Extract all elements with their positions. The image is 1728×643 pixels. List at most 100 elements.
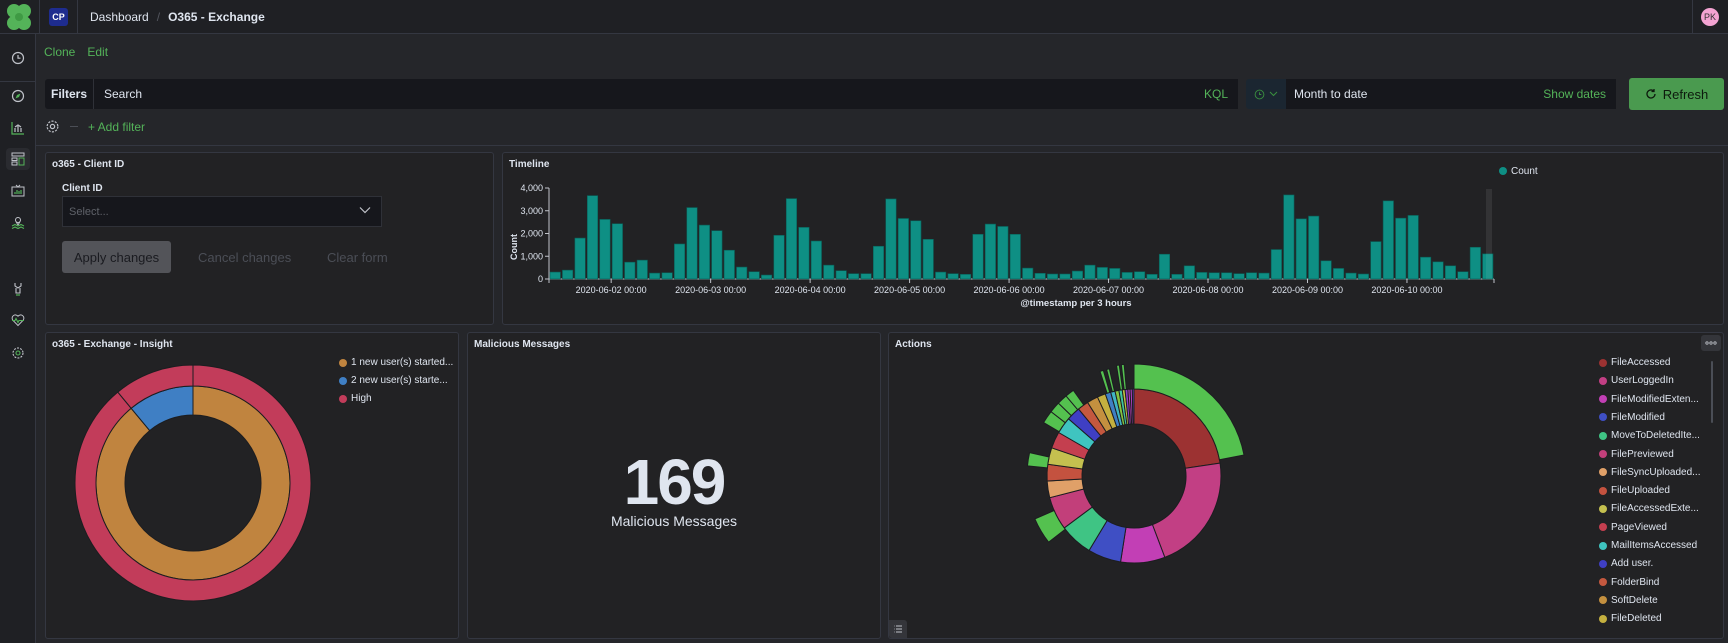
bar[interactable] (984, 223, 996, 280)
apply-changes-button[interactable]: Apply changes (62, 241, 171, 273)
bar[interactable] (1034, 273, 1046, 280)
sidebar-item-canvas[interactable] (6, 180, 30, 202)
breadcrumb-dashboard[interactable]: Dashboard (90, 10, 149, 24)
bar[interactable] (1121, 272, 1133, 280)
bar[interactable] (698, 224, 710, 280)
bar[interactable] (761, 274, 773, 280)
legend-item[interactable]: Add user. (1599, 558, 1653, 569)
bar[interactable] (649, 272, 661, 280)
bar[interactable] (1047, 273, 1059, 280)
bar[interactable] (823, 264, 835, 280)
sidebar-item-maps[interactable] (6, 212, 30, 234)
bar[interactable] (748, 271, 760, 280)
bar[interactable] (1071, 270, 1083, 280)
bar[interactable] (1420, 256, 1432, 280)
clear-form-button[interactable]: Clear form (327, 241, 388, 273)
bar[interactable] (810, 240, 822, 280)
legend-item[interactable]: 1 new user(s) started... (339, 357, 453, 368)
bar[interactable] (897, 218, 909, 280)
bar[interactable] (860, 273, 872, 280)
bar[interactable] (1171, 274, 1183, 280)
legend-item[interactable]: FileAccessedExte... (1599, 503, 1699, 514)
logo-icon[interactable] (4, 3, 34, 31)
legend-scrollbar[interactable] (1711, 361, 1713, 423)
bar[interactable] (1320, 260, 1332, 280)
edit-button[interactable]: Edit (87, 45, 108, 59)
legend-item[interactable]: Count (1511, 166, 1538, 177)
bar[interactable] (1059, 273, 1071, 280)
bar[interactable] (960, 274, 972, 280)
bar[interactable] (1382, 200, 1394, 280)
bar[interactable] (835, 270, 847, 280)
bar[interactable] (972, 233, 984, 280)
gear-icon[interactable] (45, 119, 60, 134)
search-input[interactable]: Search KQL (94, 79, 1238, 109)
legend-item[interactable]: FileAccessed (1599, 357, 1670, 368)
bar[interactable] (1308, 215, 1320, 280)
bar[interactable] (1221, 272, 1233, 280)
bar[interactable] (885, 198, 897, 280)
sidebar-item-recent[interactable] (6, 47, 30, 69)
add-filter-button[interactable]: + Add filter (88, 120, 145, 134)
bar[interactable] (1345, 272, 1357, 280)
sidebar-item-discover[interactable] (6, 85, 30, 107)
bar[interactable] (636, 259, 648, 280)
bar[interactable] (1333, 268, 1345, 280)
clone-button[interactable]: Clone (44, 45, 75, 59)
legend-item[interactable]: UserLoggedIn (1599, 375, 1674, 386)
bar[interactable] (686, 207, 698, 280)
space-avatar[interactable]: CP (49, 8, 68, 26)
bar[interactable] (1109, 268, 1121, 280)
bar[interactable] (611, 223, 623, 280)
bar[interactable] (1432, 261, 1444, 280)
cancel-changes-button[interactable]: Cancel changes (198, 241, 291, 273)
bar[interactable] (1246, 272, 1258, 280)
legend-item[interactable]: FileModifiedExten... (1599, 394, 1699, 405)
bar[interactable] (1357, 273, 1369, 280)
bar[interactable] (1146, 274, 1158, 280)
bar[interactable] (711, 230, 723, 280)
date-quick-select[interactable] (1246, 79, 1286, 109)
legend-item[interactable]: 2 new user(s) starte... (339, 375, 448, 386)
user-avatar[interactable]: PK (1701, 8, 1719, 26)
sunburst-slice[interactable] (1151, 462, 1222, 559)
legend-item[interactable]: FileUploaded (1599, 485, 1670, 496)
client-id-select[interactable]: Select... (62, 196, 382, 227)
bar[interactable] (599, 219, 611, 280)
bar[interactable] (922, 239, 934, 280)
bar[interactable] (798, 227, 810, 280)
bar[interactable] (1134, 271, 1146, 280)
kql-toggle[interactable]: KQL (1204, 87, 1228, 101)
sunburst-slice[interactable] (1131, 388, 1135, 425)
legend-item[interactable]: MoveToDeletedIte... (1599, 430, 1700, 441)
bar[interactable] (1258, 272, 1270, 280)
bar[interactable] (1158, 253, 1171, 280)
bar[interactable] (1009, 233, 1021, 280)
bar[interactable] (947, 273, 959, 280)
sidebar-item-visualize[interactable] (6, 117, 30, 139)
bar[interactable] (574, 237, 586, 280)
bar[interactable] (1208, 272, 1220, 280)
bar[interactable] (1233, 273, 1245, 280)
bar[interactable] (1407, 215, 1419, 280)
bar[interactable] (1283, 194, 1295, 280)
bar[interactable] (1370, 241, 1382, 280)
bar[interactable] (1022, 267, 1034, 280)
sidebar-item-dashboard[interactable] (6, 148, 30, 170)
bar[interactable] (674, 243, 686, 280)
legend-item[interactable]: FileDeleted (1599, 613, 1662, 624)
legend-item[interactable]: MailItemsAccessed (1599, 540, 1697, 551)
legend-item[interactable]: PageViewed (1599, 522, 1667, 533)
bar[interactable] (1395, 217, 1407, 280)
bar[interactable] (1183, 265, 1195, 280)
bar[interactable] (1096, 267, 1108, 280)
refresh-button[interactable]: Refresh (1629, 78, 1724, 110)
sidebar-item-management[interactable] (6, 342, 30, 364)
bar[interactable] (587, 195, 599, 280)
bar[interactable] (1270, 249, 1282, 280)
bar[interactable] (562, 269, 574, 280)
sunburst-outer-slice[interactable] (1026, 452, 1050, 469)
bar[interactable] (785, 198, 797, 280)
legend-item[interactable]: FileModified (1599, 412, 1665, 423)
filters-label[interactable]: Filters (45, 79, 94, 109)
